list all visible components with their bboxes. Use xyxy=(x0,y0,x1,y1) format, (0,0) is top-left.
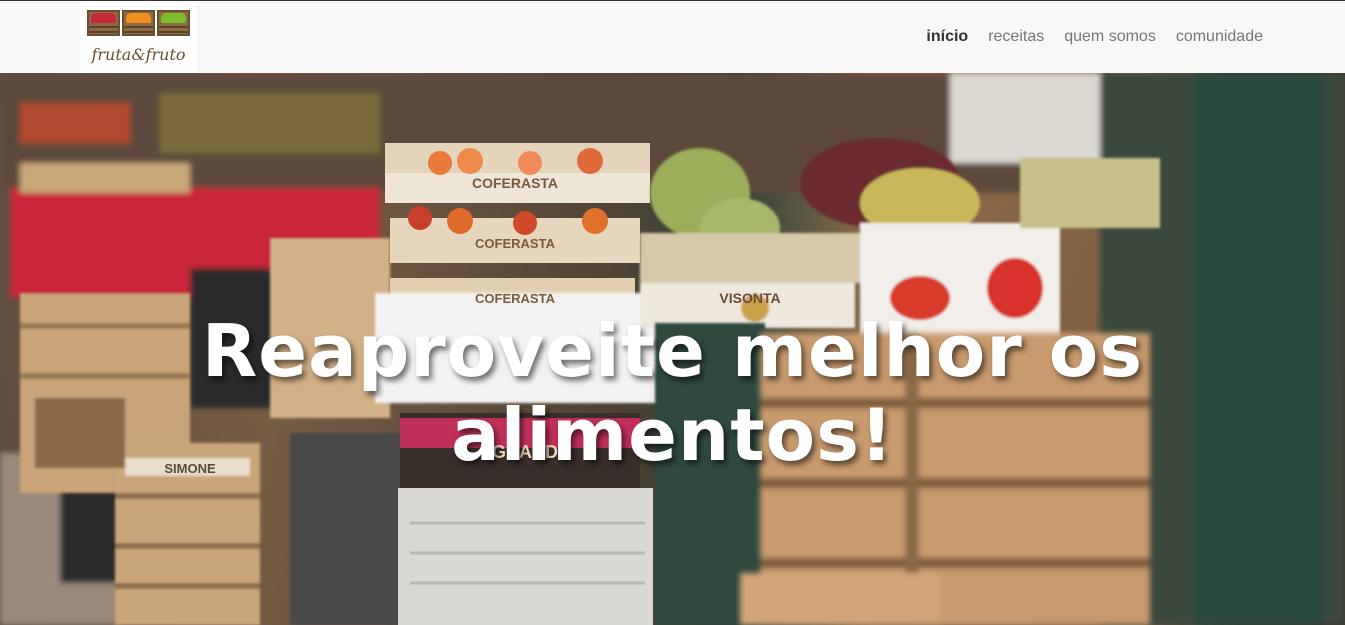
nav-link-comunidade[interactable]: comunidade xyxy=(1176,28,1263,46)
logo-crate-red-icon xyxy=(87,10,120,36)
nav-link-receitas[interactable]: receitas xyxy=(988,28,1044,46)
logo-text: fruta&fruto xyxy=(91,45,186,64)
crate-label: COFERASTA xyxy=(475,291,556,306)
crate-label: COFERASTA xyxy=(475,236,556,251)
logo-crate-green-icon xyxy=(157,10,190,36)
nav-link-inicio[interactable]: início xyxy=(926,28,968,46)
crate-label: COFERASTA xyxy=(472,175,558,191)
hero-title: Reaproveite melhor os alimentos! xyxy=(201,309,1144,477)
logo-crate-orange-icon xyxy=(122,10,155,36)
main-nav: início receitas quem somos comunidade xyxy=(926,28,1263,46)
navbar: fruta&fruto início receitas quem somos c… xyxy=(0,0,1345,73)
logo[interactable]: fruta&fruto xyxy=(80,3,197,73)
crate-label: VISONTA xyxy=(719,290,780,306)
hero-banner: COFERASTA COFERASTA COFERASTA GRAND SIMONE VI… xyxy=(0,73,1345,625)
nav-link-quem-somos[interactable]: quem somos xyxy=(1064,28,1156,46)
